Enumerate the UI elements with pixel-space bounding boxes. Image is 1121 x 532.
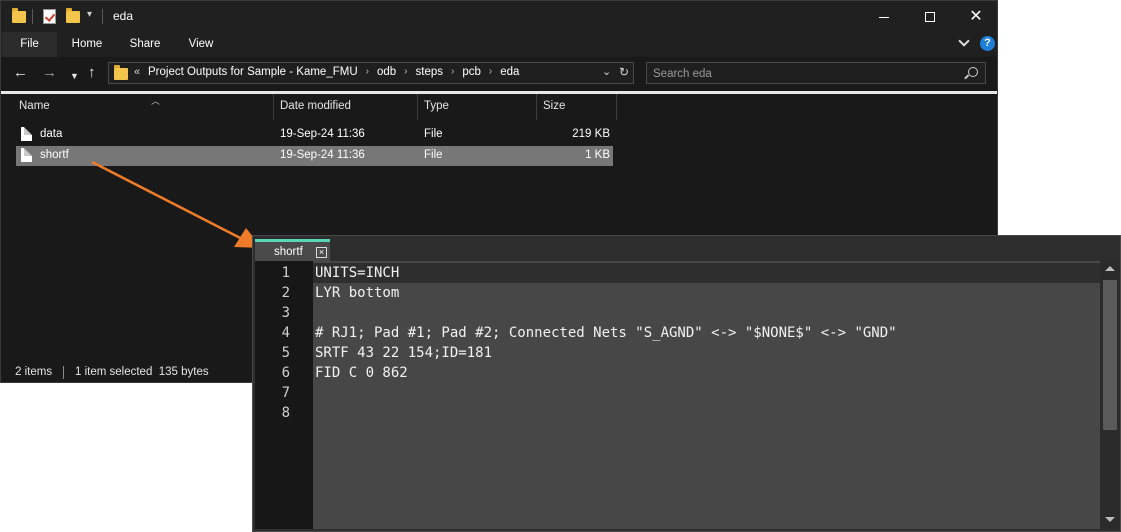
file-row-data[interactable]: data 19-Sep-24 11:36 File 219 KB — [16, 125, 613, 145]
forward-button[interactable]: → — [42, 64, 57, 82]
customize-toolbar-icon[interactable]: ▾ — [87, 9, 92, 20]
search-icon[interactable] — [968, 67, 978, 77]
column-header-type[interactable]: Type — [418, 94, 537, 120]
file-size: 219 KB — [572, 128, 610, 140]
code-line[interactable]: SRTF 43 22 154;ID=181 — [315, 343, 492, 363]
vertical-scrollbar[interactable] — [1100, 261, 1120, 529]
breadcrumb-item[interactable]: eda — [500, 66, 519, 78]
editor-tab-label: shortf — [274, 246, 303, 258]
folder-icon[interactable] — [12, 8, 26, 23]
file-type: File — [424, 128, 443, 140]
breadcrumb-item[interactable]: odb — [377, 66, 396, 78]
folder-icon — [114, 65, 128, 80]
breadcrumb-separator-icon[interactable]: › — [443, 66, 462, 78]
breadcrumb-overflow[interactable]: « — [134, 66, 140, 78]
window-title: eda — [113, 9, 134, 23]
scrollbar-thumb[interactable] — [1103, 280, 1117, 430]
expand-ribbon-chevron-icon[interactable] — [959, 37, 971, 49]
column-header-size[interactable]: Size — [537, 94, 617, 120]
column-header-date-modified[interactable]: Date modified — [274, 94, 418, 120]
back-button[interactable]: ← — [13, 64, 28, 82]
close-button[interactable]: ✕ — [953, 1, 999, 32]
new-folder-icon[interactable] — [66, 8, 80, 23]
tab-close-icon[interactable]: × — [316, 247, 327, 258]
breadcrumb-item[interactable]: pcb — [462, 66, 481, 78]
breadcrumb-separator-icon[interactable]: › — [481, 66, 500, 78]
file-size: 1 KB — [585, 149, 610, 161]
maximize-button[interactable] — [907, 1, 953, 32]
column-header-name[interactable]: Name ︿ — [13, 94, 274, 120]
toolbar-separator — [102, 9, 103, 24]
scroll-down-arrow-icon[interactable] — [1105, 517, 1115, 522]
breadcrumb-separator-icon[interactable]: › — [358, 66, 377, 78]
file-type: File — [424, 149, 443, 161]
file-name: data — [40, 128, 63, 140]
line-number: 8 — [281, 405, 290, 421]
toolbar-separator — [32, 9, 33, 24]
editor-tab-bar: shortf × — [253, 236, 1120, 261]
sort-ascending-icon: ︿ — [151, 96, 161, 106]
file-icon — [21, 148, 32, 162]
status-separator — [63, 366, 64, 379]
breadcrumb: Project Outputs for Sample - Kame_FMU › … — [148, 66, 519, 78]
file-row-shortf[interactable]: shortf 19-Sep-24 11:36 File 1 KB — [16, 146, 613, 166]
column-header-label: Name — [19, 100, 50, 112]
tab-home[interactable]: Home — [59, 32, 115, 57]
breadcrumb-item[interactable]: steps — [416, 66, 444, 78]
editor-tab-shortf[interactable]: shortf × — [255, 239, 330, 261]
tab-share[interactable]: Share — [115, 32, 175, 57]
line-number: 5 — [281, 345, 290, 361]
search-input[interactable] — [653, 66, 953, 81]
line-number: 3 — [281, 305, 290, 321]
breadcrumb-separator-icon[interactable]: › — [396, 66, 415, 78]
code-area[interactable]: UNITS=INCH LYR bottom # RJ1; Pad #1; Pad… — [313, 261, 1100, 529]
tab-file[interactable]: File — [2, 32, 57, 57]
line-number: 2 — [281, 285, 290, 301]
recent-locations-button[interactable]: ▼ — [70, 67, 79, 85]
line-number: 4 — [281, 325, 290, 341]
line-number: 7 — [281, 385, 290, 401]
address-bar[interactable]: « Project Outputs for Sample - Kame_FMU … — [108, 62, 634, 84]
code-line[interactable]: # RJ1; Pad #1; Pad #2; Connected Nets "S… — [315, 323, 897, 343]
line-number-gutter: 1 2 3 4 5 6 7 8 — [255, 261, 313, 529]
minimize-button[interactable] — [861, 1, 907, 32]
up-button[interactable]: ↑ — [88, 64, 96, 82]
file-name: shortf — [40, 149, 69, 161]
code-line[interactable]: FID C 0 862 — [315, 363, 408, 383]
file-icon — [21, 127, 32, 141]
tab-view[interactable]: View — [175, 32, 227, 57]
maximize-icon — [925, 12, 935, 23]
ribbon: File Home Share View ? — [1, 32, 997, 57]
minimize-icon — [879, 16, 889, 18]
status-selection: 1 item selected 135 bytes — [75, 366, 209, 378]
properties-icon[interactable] — [43, 9, 56, 24]
line-number: 6 — [281, 365, 290, 381]
breadcrumb-item[interactable]: Project Outputs for Sample - Kame_FMU — [148, 66, 358, 78]
code-line[interactable]: UNITS=INCH — [315, 263, 399, 283]
file-date-modified: 19-Sep-24 11:36 — [280, 128, 365, 140]
column-headers: Name ︿ Date modified Type Size — [1, 94, 997, 120]
file-date-modified: 19-Sep-24 11:36 — [280, 149, 365, 161]
current-line-highlight — [313, 263, 1100, 283]
text-editor-window: shortf × 1 2 3 4 5 6 7 8 UNITS=INCH LYR … — [252, 235, 1121, 532]
status-item-count: 2 items — [15, 366, 53, 378]
code-line[interactable]: LYR bottom — [315, 283, 399, 303]
title-bar: ▾ eda ✕ — [1, 1, 997, 32]
address-dropdown-icon[interactable]: ⌄ — [602, 65, 611, 78]
search-box[interactable] — [646, 62, 986, 84]
navigation-bar: ← → ▼ ↑ « Project Outputs for Sample - K… — [1, 57, 997, 91]
help-icon[interactable]: ? — [980, 36, 995, 51]
scroll-up-arrow-icon[interactable] — [1105, 266, 1115, 271]
line-number: 1 — [281, 265, 290, 281]
refresh-icon[interactable]: ↻ — [619, 65, 629, 79]
